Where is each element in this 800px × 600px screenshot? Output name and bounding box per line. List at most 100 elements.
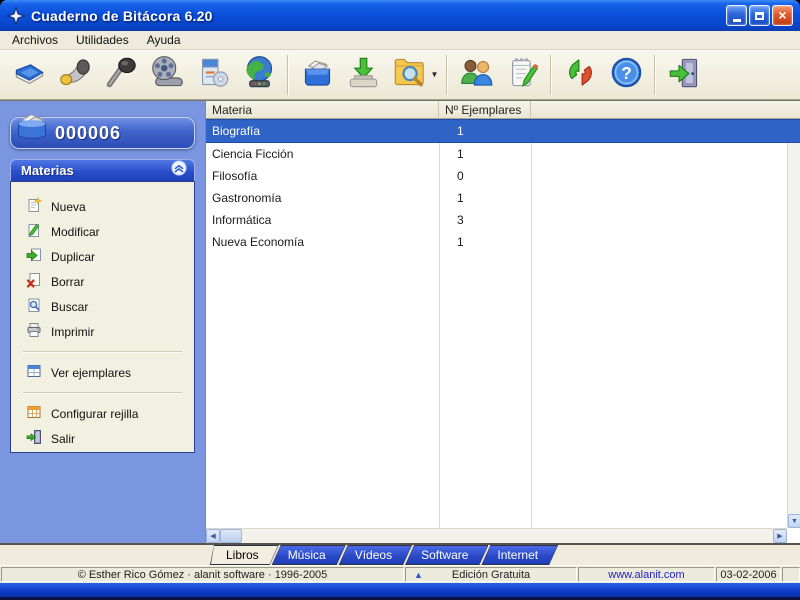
website-link[interactable]: www.alanit.com	[608, 569, 684, 581]
film-reel-button[interactable]	[144, 53, 190, 97]
edit-icon	[26, 222, 42, 241]
status-website: www.alanit.com	[578, 567, 715, 582]
action-ver-ejemplares[interactable]: Ver ejemplares	[11, 360, 194, 385]
window-title: Cuaderno de Bitácora 6.20	[31, 7, 213, 24]
horizontal-scrollbar[interactable]: ◀ ▶	[206, 528, 787, 543]
table-row-gastronomia[interactable]: Gastronomía 1	[206, 187, 800, 209]
action-buscar[interactable]: Buscar	[11, 294, 194, 319]
search-folder-dropdown[interactable]: ▼	[428, 53, 441, 97]
column-header-ejemplares[interactable]: Nº Ejemplares	[439, 101, 531, 119]
action-label: Salir	[51, 431, 76, 446]
cell-ejemplares: 3	[457, 213, 464, 227]
up-arrow-icon[interactable]: ▲	[414, 571, 423, 580]
speaker-button[interactable]	[52, 53, 98, 97]
edition-label: Edición Gratuita	[451, 568, 531, 581]
action-imprimir[interactable]: Imprimir	[11, 319, 194, 344]
status-bar: © Esther Rico Gómez · alanit software · …	[0, 565, 800, 583]
exit-door-icon	[667, 55, 702, 95]
cell-ejemplares: 1	[457, 235, 464, 249]
action-borrar[interactable]: Borrar	[11, 269, 194, 294]
table-row-informatica[interactable]: Informática 3	[206, 209, 800, 231]
grid-view-icon	[26, 363, 42, 382]
table-row-ciencia-ficcion[interactable]: Ciencia Ficción 1	[206, 143, 800, 165]
action-label: Configurar rejilla	[51, 406, 139, 421]
table-body: Biografía 1 Ciencia Ficción 1 Filosofía 0 Gast…	[206, 119, 800, 253]
software-box-button[interactable]	[190, 53, 236, 97]
action-configurar-rejilla[interactable]: Configurar rejilla	[11, 401, 194, 426]
exit-door-button[interactable]	[661, 53, 707, 97]
status-edition: ▲ Edición Gratuita	[405, 567, 577, 582]
action-nueva[interactable]: Nueva	[11, 194, 194, 219]
table-row-biografia[interactable]: Biografía 1	[206, 119, 800, 143]
content-area: 000006 Materias Nueva Modificar Duplicar Bo…	[0, 100, 800, 545]
cell-materia: Ciencia Ficción	[212, 147, 294, 161]
refresh-button[interactable]	[557, 53, 603, 97]
book-button[interactable]	[6, 53, 52, 97]
horizontal-scroll-thumb[interactable]	[220, 529, 242, 543]
help-button[interactable]: ?	[603, 53, 649, 97]
tab-videos[interactable]: Vídeos	[339, 545, 412, 565]
close-button[interactable]: ×	[772, 5, 793, 26]
import-button[interactable]	[340, 53, 386, 97]
resize-grip[interactable]	[782, 567, 800, 582]
app-icon	[6, 5, 26, 26]
action-label: Ver ejemplares	[51, 365, 132, 380]
sidebar: 000006 Materias Nueva Modificar Duplicar Bo…	[0, 101, 205, 543]
globe-button[interactable]	[236, 53, 282, 97]
menu-archivos[interactable]: Archivos	[3, 33, 67, 47]
tab-libros[interactable]: Libros	[210, 545, 279, 565]
menu-utilidades[interactable]: Utilidades	[67, 33, 138, 47]
microphone-icon	[104, 55, 139, 95]
tab-label: Internet	[482, 546, 557, 564]
notepad-button[interactable]	[499, 53, 545, 97]
materias-actions-panel: Nueva Modificar Duplicar Borrar Buscar Imprim…	[10, 181, 195, 453]
column-header-materia[interactable]: Materia	[206, 101, 439, 119]
tab-musica[interactable]: Música	[272, 545, 346, 565]
microphone-button[interactable]	[98, 53, 144, 97]
action-label: Modificar	[51, 224, 100, 239]
cell-materia: Nueva Economía	[212, 235, 305, 249]
menu-ayuda[interactable]: Ayuda	[138, 33, 190, 47]
cell-ejemplares: 1	[457, 147, 464, 161]
users-icon	[459, 55, 494, 95]
scroll-down-button[interactable]: ▼	[788, 514, 800, 528]
materias-table: Materia Nº Ejemplares Biografía 1 Ciencia …	[205, 101, 800, 543]
speaker-icon	[58, 55, 93, 95]
tab-label: Libros	[211, 546, 278, 564]
users-button[interactable]	[453, 53, 499, 97]
action-duplicar[interactable]: Duplicar	[11, 244, 194, 269]
cell-materia: Biografía	[212, 124, 261, 138]
title-bar: Cuaderno de Bitácora 6.20 ×	[0, 0, 800, 31]
cell-ejemplares: 0	[457, 169, 464, 183]
tab-software[interactable]: Software	[405, 545, 488, 565]
tab-label: Software	[406, 546, 487, 564]
window-bottom-border	[0, 583, 800, 597]
globe-icon	[242, 55, 277, 95]
duplicate-icon	[26, 247, 42, 266]
record-counter-box: 000006	[10, 114, 195, 149]
scroll-right-button[interactable]: ▶	[773, 529, 787, 543]
maximize-button[interactable]	[749, 5, 770, 26]
action-modificar[interactable]: Modificar	[11, 219, 194, 244]
minimize-button[interactable]	[726, 5, 747, 26]
import-icon	[346, 55, 381, 95]
search-folder-button[interactable]	[386, 53, 432, 97]
table-row-filosofia[interactable]: Filosofía 0	[206, 165, 800, 187]
search-icon	[26, 297, 42, 316]
software-box-icon	[196, 55, 231, 95]
action-label: Duplicar	[51, 249, 96, 264]
print-icon	[26, 322, 42, 341]
category-tabs: Libros Música Vídeos Software Internet	[0, 545, 800, 565]
toolbar-separator	[446, 54, 448, 95]
panel-title: Materias	[21, 163, 74, 178]
tab-internet[interactable]: Internet	[481, 545, 558, 565]
chevron-up-circle-icon[interactable]	[171, 160, 187, 181]
tab-label: Música	[273, 546, 345, 564]
table-row-nueva-economia[interactable]: Nueva Economía 1	[206, 231, 800, 253]
status-copyright: © Esther Rico Gómez · alanit software · …	[1, 567, 404, 582]
card-box-button[interactable]	[294, 53, 340, 97]
action-salir[interactable]: Salir	[11, 426, 194, 451]
status-date: 03-02-2006	[716, 567, 781, 582]
cell-materia: Filosofía	[212, 169, 258, 183]
scroll-left-button[interactable]: ◀	[206, 529, 220, 543]
